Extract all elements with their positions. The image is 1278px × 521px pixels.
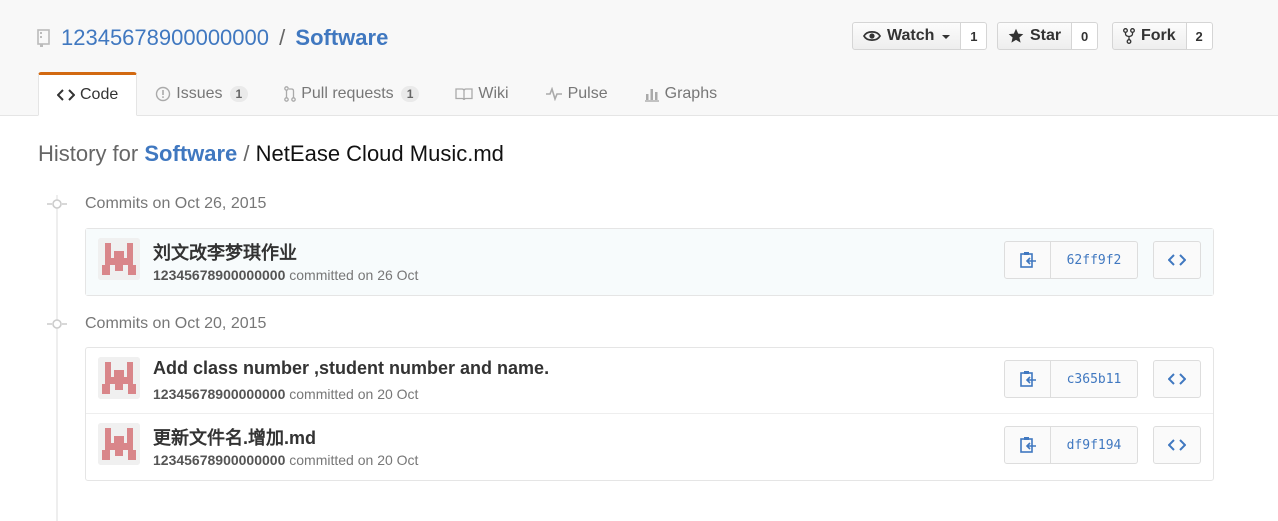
tab-issues-label: Issues <box>176 85 223 102</box>
clipboard-icon <box>1019 252 1036 268</box>
commit-row: 更新文件名.增加.md 12345678900000000 committed … <box>86 414 1213 480</box>
fork-button[interactable]: Fork <box>1112 22 1187 50</box>
repo-header: 12345678900000000 / Software Watch 1 Sta… <box>0 0 1278 116</box>
code-icon <box>57 88 75 102</box>
fork-label: Fork <box>1141 27 1176 44</box>
history-separator: / <box>243 141 250 166</box>
commit-list: Add class number ,student number and nam… <box>85 347 1214 481</box>
repo-icon <box>37 29 50 47</box>
commit-meta: 12345678900000000 committed on 20 Oct <box>153 452 418 468</box>
commit-group-title: Commits on Oct 26, 2015 <box>85 195 267 212</box>
tab-issues[interactable]: Issues 1 <box>137 72 266 116</box>
tab-wiki-label: Wiki <box>478 85 509 102</box>
commit-row: 刘文改李梦琪作业 12345678900000000 committed on … <box>86 229 1213 295</box>
commit-node-icon <box>47 319 67 329</box>
history-file-name: NetEase Cloud Music.md <box>255 141 504 166</box>
commit-date: committed on 20 Oct <box>289 386 419 402</box>
sha-button-group: 62ff9f2 <box>1004 241 1138 279</box>
timeline-line <box>56 195 58 521</box>
commit-date: committed on 20 Oct <box>289 452 419 468</box>
commit-sha-link[interactable]: 62ff9f2 <box>1051 241 1138 279</box>
commit-meta: 12345678900000000 committed on 20 Oct <box>153 386 418 402</box>
sha-button-group: c365b11 <box>1004 360 1138 398</box>
graph-icon <box>644 86 660 102</box>
watch-label: Watch <box>887 27 935 44</box>
pull-request-icon <box>284 86 297 102</box>
watch-button-group: Watch 1 <box>852 22 988 50</box>
tab-issues-count: 1 <box>229 86 249 102</box>
commit-list: 刘文改李梦琪作业 12345678900000000 committed on … <box>85 228 1214 296</box>
tab-wiki[interactable]: Wiki <box>437 72 526 116</box>
tab-pulse[interactable]: Pulse <box>527 72 626 116</box>
browse-files-button[interactable] <box>1153 426 1201 464</box>
avatar[interactable] <box>98 423 140 465</box>
commit-meta: 12345678900000000 committed on 26 Oct <box>153 267 418 283</box>
tab-graphs-label: Graphs <box>664 85 718 102</box>
repo-name-link[interactable]: Software <box>295 25 388 50</box>
sha-button-group: df9f194 <box>1004 426 1138 464</box>
eye-icon <box>863 30 881 42</box>
repo-nav-tabs: Code Issues 1 Pull requests 1 Wiki Pulse… <box>38 72 735 116</box>
tab-pulse-label: Pulse <box>567 85 608 102</box>
watch-button[interactable]: Watch <box>852 22 962 50</box>
code-icon <box>1168 254 1186 266</box>
star-count[interactable]: 0 <box>1072 22 1099 50</box>
commit-group-title: Commits on Oct 20, 2015 <box>85 315 267 332</box>
fork-icon <box>1123 28 1135 44</box>
identicon-icon <box>98 423 140 465</box>
clipboard-icon <box>1019 371 1036 387</box>
star-button[interactable]: Star <box>997 22 1073 50</box>
tab-pull-requests-label: Pull requests <box>301 85 394 102</box>
repo-title: 12345678900000000 / Software <box>61 24 388 52</box>
repo-title-separator: / <box>279 25 286 50</box>
star-icon <box>1008 28 1024 43</box>
commit-sha-link[interactable]: df9f194 <box>1051 426 1138 464</box>
copy-sha-button[interactable] <box>1004 360 1051 398</box>
history-prefix: History for <box>38 141 139 166</box>
avatar[interactable] <box>98 238 140 280</box>
identicon-icon <box>98 357 140 399</box>
tab-pull-requests-count: 1 <box>400 86 420 102</box>
browse-files-button[interactable] <box>1153 241 1201 279</box>
copy-sha-button[interactable] <box>1004 426 1051 464</box>
watch-count[interactable]: 1 <box>961 22 988 50</box>
commit-sha-link[interactable]: c365b11 <box>1051 360 1138 398</box>
tab-code[interactable]: Code <box>38 72 138 116</box>
star-button-group: Star 0 <box>997 22 1099 50</box>
caret-down-icon <box>942 35 951 39</box>
commit-message-link[interactable]: Add class number ,student number and nam… <box>153 358 549 379</box>
commit-author-link[interactable]: 12345678900000000 <box>153 386 285 402</box>
commit-node-icon <box>47 199 67 209</box>
commit-date: committed on 26 Oct <box>289 267 419 283</box>
history-repo-link[interactable]: Software <box>144 141 237 166</box>
issue-icon <box>155 86 171 102</box>
fork-button-group: Fork 2 <box>1112 22 1213 50</box>
fork-count[interactable]: 2 <box>1186 22 1213 50</box>
commit-author-link[interactable]: 12345678900000000 <box>153 267 285 283</box>
browse-files-button[interactable] <box>1153 360 1201 398</box>
tab-graphs[interactable]: Graphs <box>626 72 735 116</box>
book-icon <box>455 87 474 101</box>
page-title: History for Software / NetEase Cloud Mus… <box>38 140 504 168</box>
clipboard-icon <box>1019 437 1036 453</box>
commit-message-link[interactable]: 更新文件名.增加.md <box>153 424 316 450</box>
star-label: Star <box>1030 27 1062 44</box>
identicon-icon <box>98 238 140 280</box>
commit-author-link[interactable]: 12345678900000000 <box>153 452 285 468</box>
avatar[interactable] <box>98 357 140 399</box>
tab-code-label: Code <box>80 86 119 103</box>
commit-message-link[interactable]: 刘文改李梦琪作业 <box>153 239 297 265</box>
copy-sha-button[interactable] <box>1004 241 1051 279</box>
commit-row: Add class number ,student number and nam… <box>86 348 1213 414</box>
code-icon <box>1168 373 1186 385</box>
tab-pull-requests[interactable]: Pull requests 1 <box>266 72 437 116</box>
pulse-icon <box>545 87 563 101</box>
code-icon <box>1168 439 1186 451</box>
repo-owner-link[interactable]: 12345678900000000 <box>61 25 269 50</box>
